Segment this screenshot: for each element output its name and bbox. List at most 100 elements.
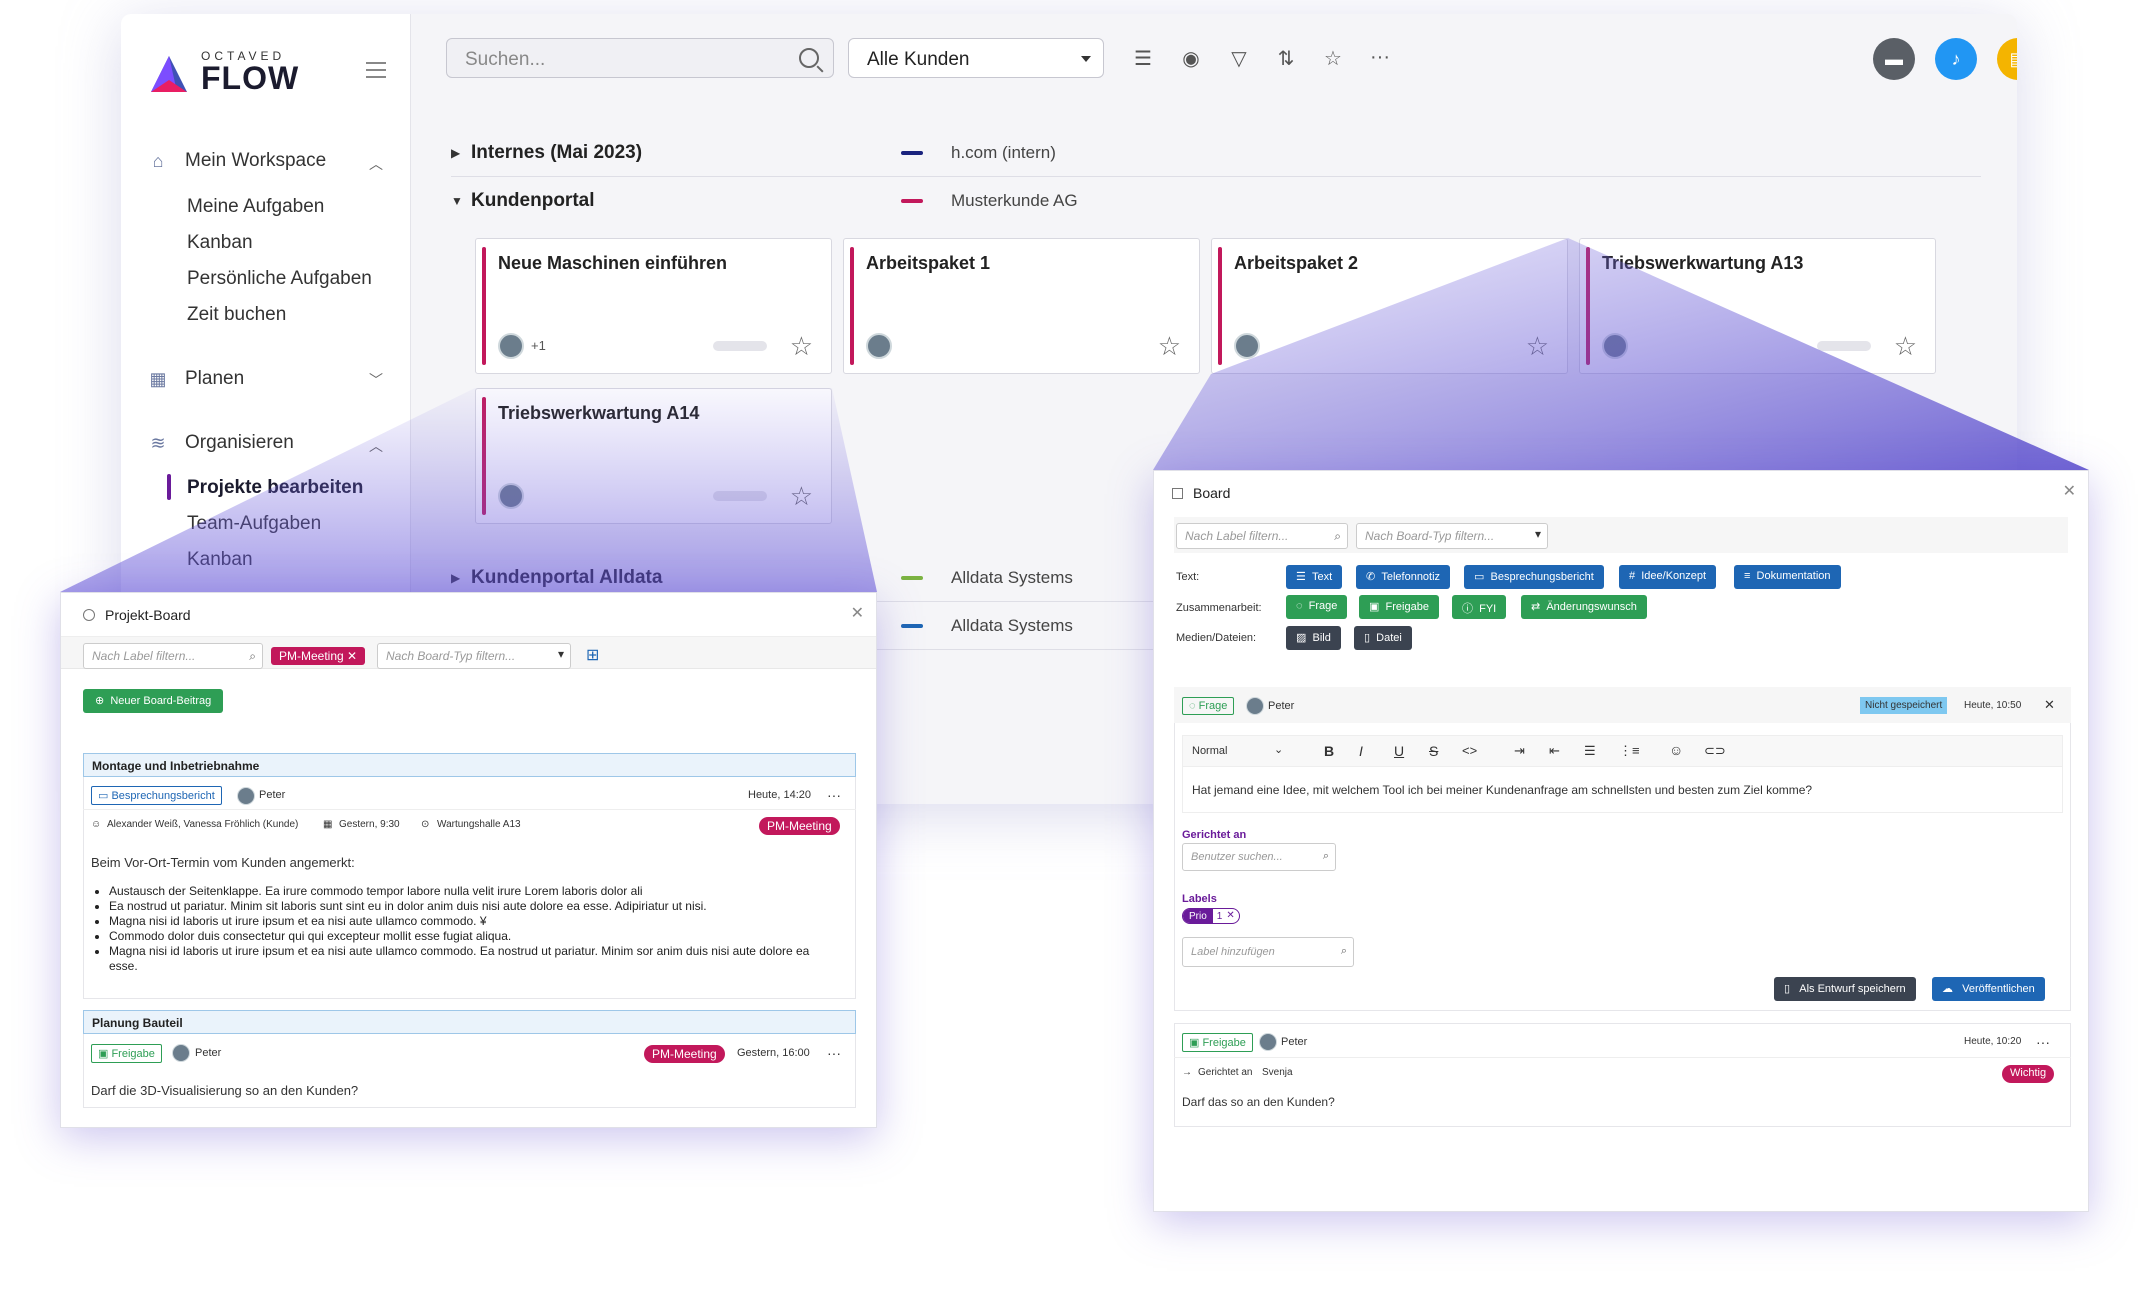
close-icon[interactable]: ✕ (851, 603, 864, 623)
star-icon[interactable]: ☆ (790, 483, 813, 509)
underline-icon[interactable]: U (1394, 743, 1404, 759)
task-card[interactable]: Arbeitspaket 2 ☆ (1211, 238, 1568, 374)
directed-target: Svenja (1262, 1067, 1293, 1078)
type-chip-besprechungsbericht[interactable]: ▭ Besprechungsbericht (1464, 565, 1604, 589)
board-type-filter[interactable]: Nach Board-Typ filtern... ▾ (1356, 523, 1548, 549)
type-chip-frage[interactable]: ◌ Frage (1286, 595, 1348, 619)
more-icon[interactable]: ··· (2036, 1034, 2050, 1050)
code-icon[interactable]: <> (1462, 743, 1477, 758)
chevron-down-icon[interactable]: ⌄ (1274, 743, 1283, 756)
project-row[interactable]: ▼ Kundenportal Musterkunde AG (451, 177, 1981, 225)
eye-icon[interactable]: ◉ (1178, 46, 1204, 71)
project-row[interactable]: ▶ Internes (Mai 2023) h.com (intern) (451, 129, 1981, 177)
type-chip-bild[interactable]: ▨ Bild (1286, 626, 1341, 650)
link-icon[interactable]: ⊂⊃ (1704, 743, 1726, 759)
numbered-list-icon[interactable]: ⋮≡ (1619, 743, 1640, 759)
label-add-input[interactable]: Label hinzufügen ⌕ (1182, 937, 1354, 967)
editor-area[interactable] (1182, 767, 2063, 813)
nav-item-persoenliche-aufgaben[interactable]: Persönliche Aufgaben (187, 268, 372, 290)
task-card[interactable]: Neue Maschinen einführen +1 ☆ (475, 238, 832, 374)
nav-item-kanban[interactable]: Kanban (187, 232, 253, 254)
avatar (1602, 333, 1628, 359)
collab-type-label: Zusammenarbeit: (1176, 602, 1262, 614)
tree-view-icon[interactable]: ⊞ (586, 645, 599, 665)
nav-item-zeit-buchen[interactable]: Zeit buchen (187, 304, 286, 326)
label-chip[interactable]: Prio 1 ✕ (1182, 908, 1240, 924)
author: Peter (259, 789, 286, 801)
label-filter-input[interactable]: Nach Label filtern... ⌕ (83, 643, 263, 669)
chevron-up-icon[interactable]: ︿ (369, 154, 383, 174)
caret-down-icon: ▾ (1534, 527, 1541, 541)
triangle-right-icon[interactable]: ▶ (451, 571, 471, 585)
star-icon[interactable]: ☆ (1320, 46, 1346, 71)
star-icon[interactable]: ☆ (790, 333, 813, 359)
more-icon[interactable]: ··· (827, 787, 841, 803)
type-chip-fyi[interactable]: ⓘ FYI (1452, 595, 1507, 619)
remove-icon[interactable]: ✕ (1226, 909, 1238, 923)
task-card[interactable]: Triebswerkwartung A13 ☆ (1579, 238, 1936, 374)
type-chip-dokumentation[interactable]: ≡ Dokumentation (1734, 565, 1841, 589)
note-icon[interactable]: ▤ (1997, 38, 2017, 80)
new-board-post-button[interactable]: ⊕ Neuer Board-Beitrag (83, 689, 224, 713)
save-draft-button[interactable]: ▯ Als Entwurf speichern (1774, 977, 1916, 1001)
chevron-up-icon[interactable]: ︿ (369, 436, 383, 456)
star-icon[interactable]: ☆ (1526, 333, 1549, 359)
nav-group-workspace[interactable]: ⌂ Mein Workspace (147, 150, 327, 172)
star-icon[interactable]: ☆ (1158, 333, 1181, 359)
nav-item-projekte-bearbeiten[interactable]: Projekte bearbeiten (187, 477, 363, 499)
location-icon: ⊙ (421, 819, 430, 830)
board-type-filter[interactable]: Nach Board-Typ filtern... ▾ (377, 643, 571, 669)
triangle-right-icon[interactable]: ▶ (451, 146, 471, 160)
active-filter-tag[interactable]: PM-Meeting ✕ (271, 647, 366, 665)
triangle-down-icon[interactable]: ▼ (451, 194, 471, 208)
type-chip-idee[interactable]: # Idee/Konzept (1619, 565, 1717, 589)
type-chip-datei[interactable]: ▯ Datei (1354, 626, 1412, 650)
checklist-icon[interactable]: ☰ (1130, 46, 1156, 71)
task-card[interactable]: Triebswerkwartung A14 ☆ (475, 388, 832, 524)
menu-icon[interactable] (366, 62, 386, 78)
folder-icon[interactable]: ▬ (1873, 38, 1915, 80)
star-icon[interactable]: ☆ (1894, 333, 1917, 359)
search-icon (799, 48, 819, 68)
avatar (498, 333, 524, 359)
nav-group-organisieren[interactable]: ≋ Organisieren (147, 432, 293, 454)
close-icon[interactable]: ✕ (2044, 697, 2055, 713)
customer-select[interactable]: Alle Kunden (848, 38, 1104, 78)
task-card[interactable]: Arbeitspaket 1 ☆ (843, 238, 1200, 374)
outdent-icon[interactable]: ⇤ (1549, 743, 1560, 759)
caret-down-icon: ▾ (557, 647, 564, 661)
user-search-input[interactable]: Benutzer suchen... ⌕ (1182, 843, 1336, 871)
plus-icon: ⊕ (95, 695, 105, 707)
publish-button[interactable]: ☁ Veröffentlichen (1932, 977, 2045, 1001)
strikethrough-icon[interactable]: S (1429, 743, 1438, 759)
more-icon[interactable]: ··· (827, 1045, 841, 1061)
type-chip-text[interactable]: ☰ Text (1286, 565, 1343, 589)
type-chip-aenderungswunsch[interactable]: ⇄ Änderungswunsch (1521, 595, 1647, 619)
nav-item-meine-aufgaben[interactable]: Meine Aufgaben (187, 196, 324, 218)
search-input[interactable]: Suchen... (446, 38, 834, 78)
chevron-down-icon[interactable]: ﹀ (369, 370, 383, 390)
nav-item-team-aufgaben[interactable]: Team-Aufgaben (187, 513, 321, 535)
participants: Alexander Weiß, Vanessa Fröhlich (Kunde) (107, 819, 299, 830)
bold-icon[interactable]: B (1324, 743, 1334, 759)
remove-icon[interactable]: ✕ (347, 649, 357, 663)
label-filter-input[interactable]: Nach Label filtern... ⌕ (1176, 523, 1348, 549)
avatar (1234, 333, 1260, 359)
project-name: Kundenportal (471, 190, 595, 211)
close-icon[interactable]: ✕ (2063, 481, 2076, 501)
emoji-icon[interactable]: ☺ (1669, 742, 1683, 758)
type-chip-telefonnotiz[interactable]: ✆ Telefonnotiz (1356, 565, 1451, 589)
format-select[interactable]: Normal (1192, 745, 1227, 757)
more-icon[interactable]: ··· (1367, 46, 1393, 69)
nav-group-planen[interactable]: ▦ Planen (147, 368, 244, 390)
card-color-bar (1586, 247, 1590, 365)
bell-icon[interactable]: ♪ (1935, 38, 1977, 80)
bullet-list-icon[interactable]: ☰ (1584, 743, 1596, 759)
nav-item-kanban-org[interactable]: Kanban (187, 549, 253, 571)
type-chip-freigabe[interactable]: ▣ Freigabe (1359, 595, 1439, 619)
filter-icon[interactable]: ▽ (1226, 46, 1252, 71)
sort-icon[interactable]: ⇅ (1273, 46, 1299, 71)
italic-icon[interactable]: I (1359, 743, 1363, 759)
project-customer: Musterkunde AG (951, 191, 1078, 210)
indent-icon[interactable]: ⇥ (1514, 743, 1525, 759)
